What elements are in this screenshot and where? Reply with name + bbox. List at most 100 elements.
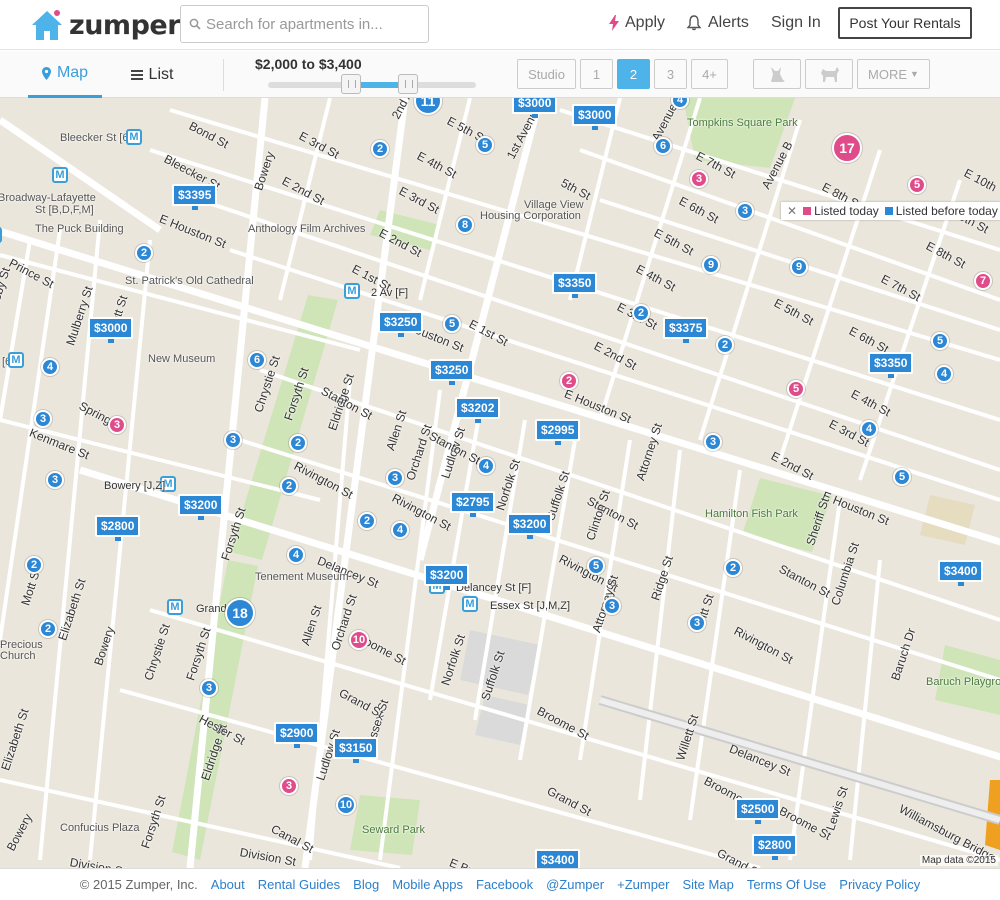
- subway-icon[interactable]: M: [0, 227, 2, 243]
- legend-close-icon[interactable]: ✕: [787, 204, 797, 218]
- price-marker[interactable]: $3250: [429, 359, 475, 385]
- bed-4plus-button[interactable]: 4+: [691, 59, 728, 89]
- listing-cluster[interactable]: 3: [688, 614, 706, 632]
- listing-cluster[interactable]: 8: [456, 216, 474, 234]
- listing-cluster[interactable]: 5: [443, 315, 461, 333]
- listing-cluster[interactable]: 2: [39, 620, 57, 638]
- price-marker[interactable]: $2500: [735, 798, 781, 824]
- price-marker[interactable]: $3000: [572, 104, 618, 130]
- listing-cluster[interactable]: 2: [135, 244, 153, 262]
- price-marker[interactable]: $3200: [424, 564, 470, 590]
- listing-cluster[interactable]: 9: [790, 258, 808, 276]
- price-marker[interactable]: $2995: [535, 419, 581, 445]
- listing-cluster[interactable]: 2: [289, 434, 307, 452]
- listing-cluster[interactable]: 4: [391, 521, 409, 539]
- subway-icon[interactable]: M: [8, 352, 24, 368]
- listing-cluster[interactable]: 3: [224, 431, 242, 449]
- listing-cluster[interactable]: 4: [287, 546, 305, 564]
- listing-cluster[interactable]: 3: [34, 410, 52, 428]
- footer-link-terms[interactable]: Terms Of Use: [747, 877, 826, 892]
- listing-cluster[interactable]: 3: [108, 416, 126, 434]
- price-marker[interactable]: $3350: [552, 272, 598, 298]
- footer-link-blog[interactable]: Blog: [353, 877, 379, 892]
- listing-cluster[interactable]: 5: [931, 332, 949, 350]
- listing-cluster[interactable]: 4: [935, 365, 953, 383]
- listing-cluster[interactable]: 2: [358, 512, 376, 530]
- price-max-handle[interactable]: [398, 74, 418, 94]
- listing-cluster[interactable]: 2: [560, 372, 578, 390]
- listing-cluster[interactable]: 5: [893, 468, 911, 486]
- listing-cluster[interactable]: 7: [974, 272, 992, 290]
- search-input[interactable]: [206, 15, 426, 33]
- listing-cluster[interactable]: 5: [476, 136, 494, 154]
- price-marker[interactable]: $3202: [455, 397, 501, 423]
- price-marker[interactable]: $3400: [535, 849, 581, 868]
- price-marker[interactable]: $3250: [378, 311, 424, 337]
- price-min-handle[interactable]: [341, 74, 361, 94]
- listing-cluster[interactable]: 4: [41, 358, 59, 376]
- price-marker[interactable]: $2800: [95, 515, 141, 541]
- zumper-logo[interactable]: zumper: [30, 6, 181, 44]
- listing-cluster[interactable]: 17: [832, 133, 862, 163]
- listing-cluster[interactable]: 5: [587, 557, 605, 575]
- listing-cluster[interactable]: 2: [371, 140, 389, 158]
- listing-cluster[interactable]: 3: [46, 471, 64, 489]
- footer-link-twitter[interactable]: @Zumper: [546, 877, 604, 892]
- listing-cluster[interactable]: 2: [724, 559, 742, 577]
- subway-icon[interactable]: M: [462, 596, 478, 612]
- footer-link-mobile-apps[interactable]: Mobile Apps: [392, 877, 463, 892]
- listing-cluster[interactable]: 4: [860, 420, 878, 438]
- subway-icon[interactable]: M: [344, 283, 360, 299]
- post-rentals-button[interactable]: Post Your Rentals: [838, 7, 972, 39]
- listing-cluster[interactable]: 3: [736, 202, 754, 220]
- alerts-link[interactable]: Alerts: [686, 14, 749, 32]
- listing-cluster[interactable]: 3: [280, 777, 298, 795]
- bed-1-button[interactable]: 1: [580, 59, 613, 89]
- listing-cluster[interactable]: 10: [349, 630, 369, 650]
- listing-cluster[interactable]: 3: [704, 433, 722, 451]
- listing-cluster[interactable]: 3: [603, 597, 621, 615]
- listing-cluster[interactable]: 9: [702, 256, 720, 274]
- footer-link-rental-guides[interactable]: Rental Guides: [258, 877, 340, 892]
- price-marker[interactable]: $3395: [172, 184, 218, 210]
- dog-filter-button[interactable]: [805, 59, 853, 89]
- bed-3-button[interactable]: 3: [654, 59, 687, 89]
- listing-cluster[interactable]: 6: [248, 351, 266, 369]
- search-box[interactable]: [180, 5, 429, 43]
- more-filters-button[interactable]: MORE ▼: [857, 59, 930, 89]
- price-marker[interactable]: $3350: [868, 352, 914, 378]
- bed-studio-button[interactable]: Studio: [517, 59, 576, 89]
- price-marker[interactable]: $2800: [752, 834, 798, 860]
- subway-icon[interactable]: M: [52, 167, 68, 183]
- listing-cluster[interactable]: 3: [386, 469, 404, 487]
- listing-cluster[interactable]: 3: [690, 170, 708, 188]
- signin-link[interactable]: Sign In: [771, 14, 821, 32]
- listing-cluster[interactable]: 2: [716, 336, 734, 354]
- bed-2-button[interactable]: 2: [617, 59, 650, 89]
- listing-cluster[interactable]: 18: [225, 598, 255, 628]
- listing-cluster[interactable]: 3: [200, 679, 218, 697]
- apply-link[interactable]: Apply: [609, 14, 665, 32]
- price-marker[interactable]: $3375: [663, 317, 709, 343]
- listing-cluster[interactable]: 6: [654, 137, 672, 155]
- footer-link-site-map[interactable]: Site Map: [683, 877, 734, 892]
- price-marker[interactable]: $3200: [178, 494, 224, 520]
- tab-map[interactable]: Map: [28, 51, 102, 98]
- footer-link-facebook[interactable]: Facebook: [476, 877, 533, 892]
- price-marker[interactable]: $3000: [88, 317, 134, 343]
- price-marker[interactable]: $3400: [938, 560, 984, 586]
- listing-cluster[interactable]: 5: [908, 176, 926, 194]
- listing-cluster[interactable]: 2: [632, 304, 650, 322]
- map[interactable]: Bond St Bleecker St Bowery E 3rd St E 2nd St…: [0, 98, 1000, 868]
- price-slider[interactable]: [268, 74, 476, 94]
- price-marker[interactable]: $3000: [512, 98, 558, 118]
- footer-link-google-plus[interactable]: +Zumper: [617, 877, 669, 892]
- footer-link-about[interactable]: About: [211, 877, 245, 892]
- footer-link-privacy[interactable]: Privacy Policy: [839, 877, 920, 892]
- subway-icon[interactable]: M: [126, 129, 142, 145]
- price-marker[interactable]: $3200: [507, 513, 553, 539]
- listing-cluster[interactable]: 2: [25, 556, 43, 574]
- price-marker[interactable]: $2795: [450, 491, 496, 517]
- subway-icon[interactable]: M: [167, 599, 183, 615]
- listing-cluster[interactable]: 4: [477, 457, 495, 475]
